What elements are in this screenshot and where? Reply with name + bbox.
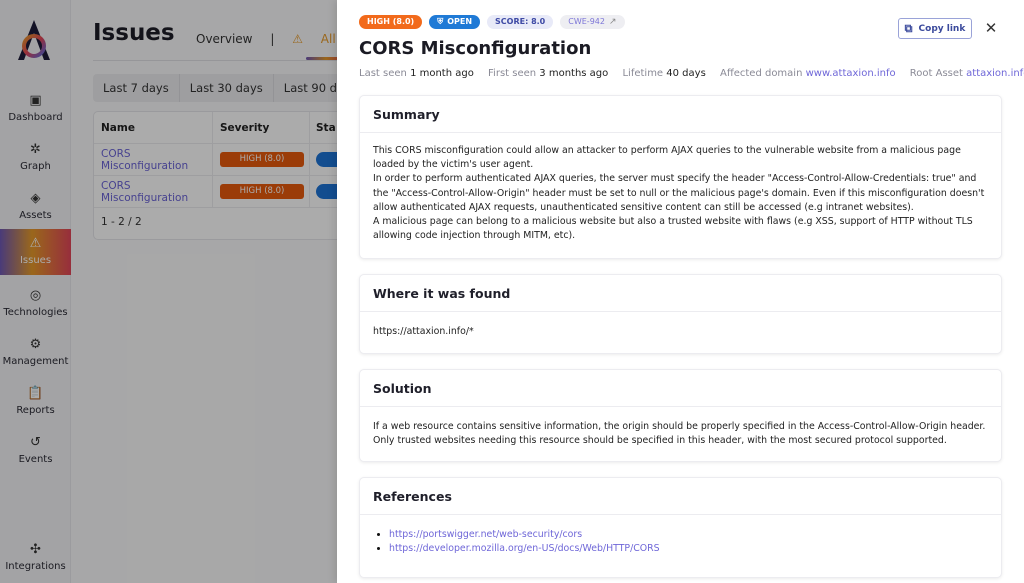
solution-body: If a web resource contains sensitive inf… — [373, 421, 986, 447]
affected-domain-label: Affected domain — [719, 68, 803, 79]
summary-card: Summary This CORS misconfiguration could… — [359, 95, 1002, 259]
list-item: https://developer.mozilla.org/en-US/docs… — [389, 542, 988, 556]
issue-title: CORS Misconfiguration — [359, 38, 592, 59]
affected-domain-link[interactable]: www.attaxion.info — [806, 68, 896, 79]
where-found-card: Where it was found https://attaxion.info… — [359, 274, 1002, 354]
copy-link-button[interactable]: ⧉ Copy link — [898, 18, 972, 39]
close-icon[interactable]: ✕ — [982, 19, 1000, 37]
where-found-heading: Where it was found — [360, 275, 1001, 312]
external-link-icon: ↗ — [608, 17, 617, 27]
first-seen-label: First seen — [488, 68, 537, 79]
badge-row: HIGH (8.0) ⛨ OPEN SCORE: 8.0 CWE-942 ↗ — [359, 15, 625, 29]
status-badge[interactable]: ⛨ OPEN — [429, 15, 481, 29]
last-seen-label: Last seen — [359, 68, 407, 79]
issue-metadata: Last seen 1 month ago First seen 3 month… — [359, 68, 1024, 79]
lifetime-label: Lifetime — [622, 68, 664, 79]
first-seen-value: 3 months ago — [539, 68, 609, 79]
solution-heading: Solution — [360, 370, 1001, 407]
shield-icon: ⛨ — [437, 17, 444, 26]
references-list: https://portswigger.net/web-security/cor… — [373, 528, 988, 556]
reference-link[interactable]: https://portswigger.net/web-security/cor… — [389, 529, 582, 540]
where-found-value: https://attaxion.info/* — [373, 326, 474, 337]
references-heading: References — [360, 478, 1001, 515]
issue-detail-drawer: HIGH (8.0) ⛨ OPEN SCORE: 8.0 CWE-942 ↗ C… — [337, 0, 1024, 583]
cwe-link[interactable]: CWE-942 ↗ — [560, 15, 625, 29]
reference-link[interactable]: https://developer.mozilla.org/en-US/docs… — [389, 543, 660, 554]
severity-badge: HIGH (8.0) — [359, 15, 423, 29]
solution-card: Solution If a web resource contains sens… — [359, 369, 1002, 462]
list-item: https://portswigger.net/web-security/cor… — [389, 528, 988, 542]
summary-heading: Summary — [360, 96, 1001, 133]
root-asset-link[interactable]: attaxion.info — [966, 68, 1024, 79]
score-badge: SCORE: 8.0 — [487, 15, 554, 29]
copy-icon: ⧉ — [904, 21, 913, 35]
last-seen-value: 1 month ago — [410, 68, 474, 79]
lifetime-value: 40 days — [666, 68, 706, 79]
summary-body: This CORS misconfiguration could allow a… — [373, 145, 985, 242]
references-card: References https://portswigger.net/web-s… — [359, 477, 1002, 578]
root-asset-label: Root Asset — [909, 68, 963, 79]
